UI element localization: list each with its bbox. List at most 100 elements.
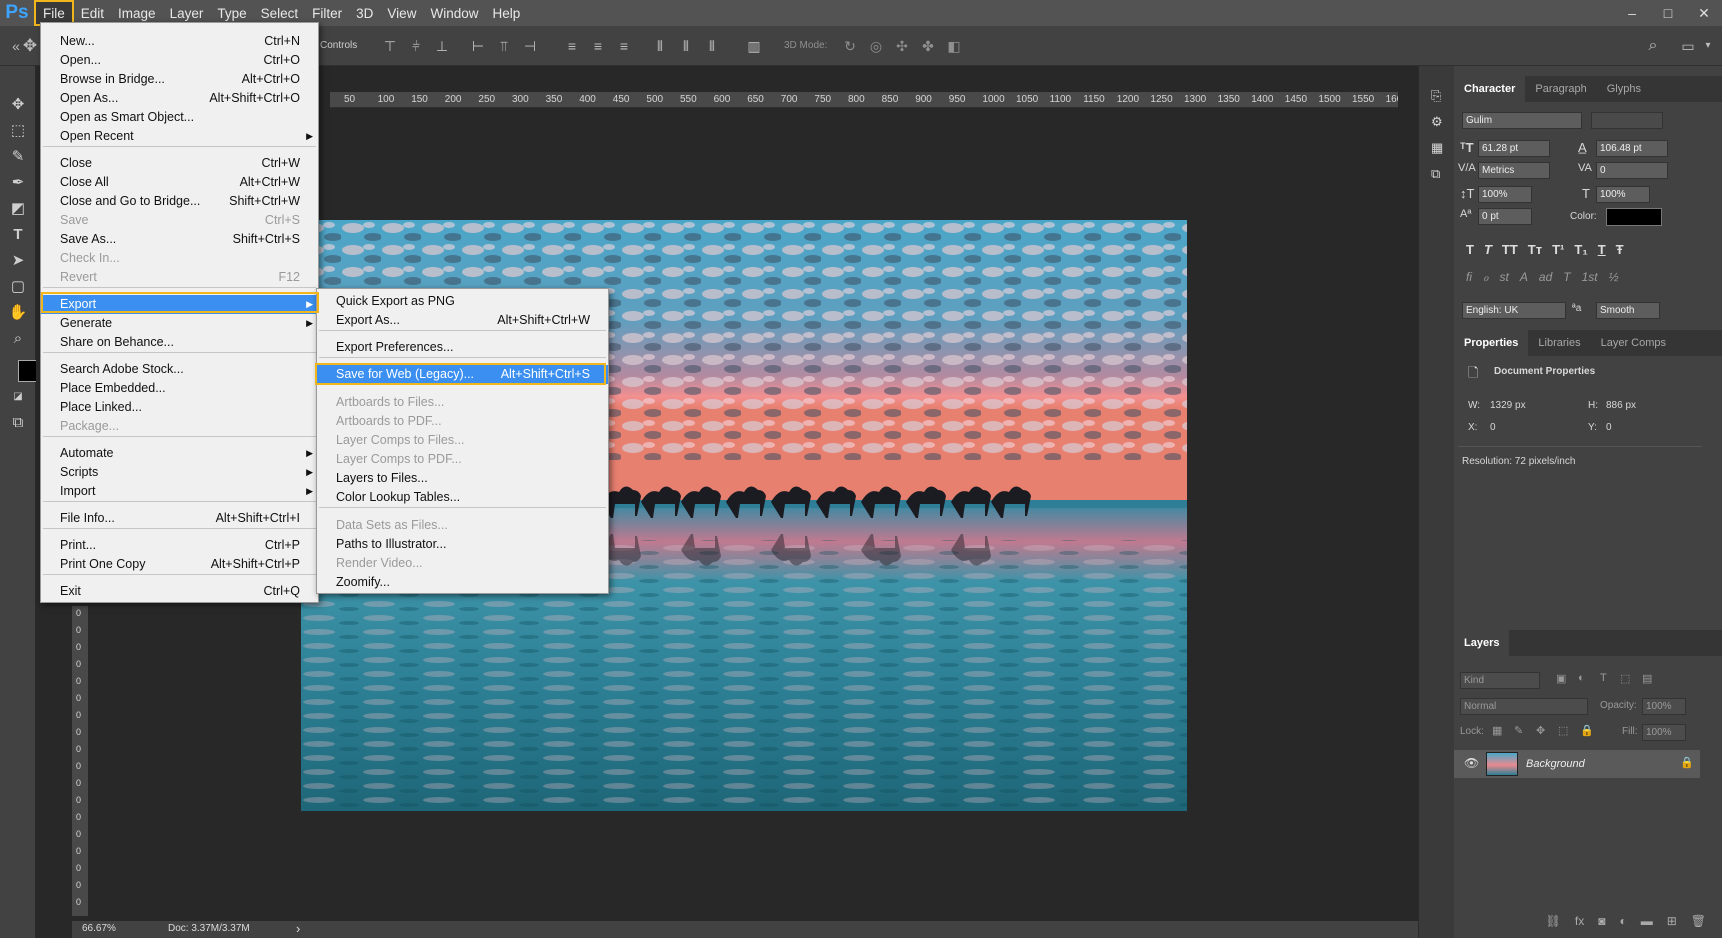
menu-item-print[interactable]: Print... Ctrl+P bbox=[41, 536, 318, 555]
opacity-field[interactable]: 100% bbox=[1642, 698, 1686, 715]
swash-button[interactable]: A bbox=[1520, 270, 1528, 284]
delete-layer-icon[interactable]: 🗑 bbox=[1691, 914, 1706, 936]
lock-artboard-icon[interactable]: ⬚ bbox=[1558, 724, 1568, 737]
filter-adjustment-icon[interactable]: ◐ bbox=[1578, 672, 1585, 684]
3d-roll-icon[interactable]: ◎ bbox=[868, 38, 884, 54]
align-top-icon[interactable]: ⊤ bbox=[382, 38, 398, 54]
move-tool-icon[interactable]: ✥ bbox=[7, 94, 29, 116]
workspace-icon[interactable]: ▭ bbox=[1680, 38, 1696, 54]
menu-item-save[interactable]: Save Ctrl+S bbox=[41, 211, 318, 230]
tracking-field[interactable]: 0 bbox=[1596, 162, 1668, 179]
y-value[interactable]: 0 bbox=[1606, 422, 1612, 433]
menu-item-export-preferences[interactable]: Export Preferences... bbox=[317, 338, 608, 357]
menu-item-browse-in-bridge[interactable]: Browse in Bridge... Alt+Ctrl+O bbox=[41, 70, 318, 89]
status-menu-arrow[interactable]: › bbox=[296, 921, 300, 936]
zoom-tool-icon[interactable]: ⌕ bbox=[7, 328, 29, 350]
menu-item-place-linked[interactable]: Place Linked... bbox=[41, 398, 318, 417]
adjustment-layer-icon[interactable]: ◐ bbox=[1619, 914, 1626, 936]
visibility-eye-icon[interactable]: 👁 bbox=[1464, 756, 1479, 770]
lock-all-icon[interactable]: 🔒 bbox=[1580, 724, 1594, 737]
menu-item-automate[interactable]: Automate ▶ bbox=[41, 444, 318, 463]
align-hcenter-icon[interactable]: ⫪ bbox=[496, 38, 512, 54]
hand-tool-icon[interactable]: ✋ bbox=[7, 302, 29, 324]
discretionary-ligatures-button[interactable]: st bbox=[1500, 270, 1509, 284]
new-layer-icon[interactable]: ⊞ bbox=[1667, 914, 1677, 936]
3d-drag-icon[interactable]: ✣ bbox=[894, 38, 910, 54]
menu-item-generate[interactable]: Generate ▶ bbox=[41, 314, 318, 333]
menu-item-open[interactable]: Open... Ctrl+O bbox=[41, 51, 318, 70]
type-tool-icon[interactable]: T bbox=[7, 224, 29, 246]
menu-item-layer-comps-to-files[interactable]: Layer Comps to Files... bbox=[317, 431, 608, 450]
menu-item-export-as[interactable]: Export As... Alt+Shift+Ctrl+W bbox=[317, 311, 608, 330]
eyedropper-tool-icon[interactable]: ✒ bbox=[7, 172, 29, 194]
close-window-button[interactable]: ✕ bbox=[1686, 0, 1722, 26]
menu-item-search-adobe-stock[interactable]: Search Adobe Stock... bbox=[41, 360, 318, 379]
search-icon[interactable]: ⌕ bbox=[1645, 38, 1661, 54]
menu-item-file-info[interactable]: File Info... Alt+Shift+Ctrl+I bbox=[41, 509, 318, 528]
distribute-left-icon[interactable]: ⦀ bbox=[652, 38, 668, 54]
menu-item-artboards-to-files[interactable]: Artboards to Files... bbox=[317, 393, 608, 412]
align-bottom-icon[interactable]: ⊥ bbox=[434, 38, 450, 54]
3d-scale-icon[interactable]: ◧ bbox=[946, 38, 962, 54]
distribute-hcenter-icon[interactable]: ⦀ bbox=[678, 38, 694, 54]
menu-item-package[interactable]: Package... bbox=[41, 417, 318, 436]
menu-item-close[interactable]: Close Ctrl+W bbox=[41, 154, 318, 173]
menu-item-print-one-copy[interactable]: Print One Copy Alt+Shift+Ctrl+P bbox=[41, 555, 318, 574]
menu-item-share-on-behance[interactable]: Share on Behance... bbox=[41, 333, 318, 352]
menu-item-render-video[interactable]: Render Video... bbox=[317, 554, 608, 573]
menu-help[interactable]: Help bbox=[485, 0, 527, 26]
menu-3d[interactable]: 3D bbox=[349, 0, 380, 26]
titling-button[interactable]: T bbox=[1563, 270, 1570, 284]
menu-item-paths-to-illustrator[interactable]: Paths to Illustrator... bbox=[317, 535, 608, 554]
all-caps-button[interactable]: TT bbox=[1502, 242, 1518, 257]
auto-align-icon[interactable]: ▥ bbox=[746, 38, 762, 54]
quick-selection-tool-icon[interactable]: ✎ bbox=[7, 146, 29, 168]
menu-item-close-and-go-to-bridge[interactable]: Close and Go to Bridge... Shift+Ctrl+W bbox=[41, 192, 318, 211]
eraser-tool-icon[interactable]: ◩ bbox=[7, 198, 29, 220]
text-color-swatch[interactable] bbox=[1606, 208, 1662, 226]
path-selection-tool-icon[interactable]: ➤ bbox=[7, 250, 29, 272]
menu-item-artboards-to-pdf[interactable]: Artboards to PDF... bbox=[317, 412, 608, 431]
layer-name[interactable]: Background bbox=[1526, 758, 1585, 770]
tab-properties[interactable]: Properties bbox=[1454, 330, 1529, 356]
language-select[interactable]: English: UK bbox=[1462, 302, 1566, 319]
menu-item-exit[interactable]: Exit Ctrl+Q bbox=[41, 582, 318, 601]
menu-item-open-recent[interactable]: Open Recent ▶ bbox=[41, 127, 318, 146]
tab-character[interactable]: Character bbox=[1454, 76, 1526, 102]
menu-item-color-lookup-tables[interactable]: Color Lookup Tables... bbox=[317, 488, 608, 507]
menu-item-import[interactable]: Import ▶ bbox=[41, 482, 318, 501]
leading-field[interactable]: 106.48 pt bbox=[1596, 140, 1668, 157]
link-layers-icon[interactable]: ⛓ bbox=[1546, 914, 1561, 936]
zoom-level[interactable]: 66.67% bbox=[82, 923, 116, 934]
x-value[interactable]: 0 bbox=[1490, 422, 1496, 433]
menu-item-open-as-smart-object[interactable]: Open as Smart Object... bbox=[41, 108, 318, 127]
fractions-button[interactable]: ½ bbox=[1609, 270, 1619, 284]
lock-image-icon[interactable]: ✎ bbox=[1514, 724, 1523, 737]
maximize-button[interactable]: □ bbox=[1650, 0, 1686, 26]
3d-panel-icon[interactable]: ⚙ bbox=[1431, 114, 1443, 130]
strikethrough-button[interactable]: Ŧ bbox=[1616, 242, 1624, 257]
filter-smart-object-icon[interactable]: ▤ bbox=[1642, 672, 1652, 685]
minimize-button[interactable]: – bbox=[1614, 0, 1650, 26]
distribute-vcenter-icon[interactable]: ≡ bbox=[590, 38, 606, 54]
alternates-button[interactable]: ℴ bbox=[1483, 270, 1489, 284]
kerning-field[interactable]: Metrics bbox=[1478, 162, 1550, 179]
layer-kind-filter[interactable]: Kind bbox=[1460, 672, 1540, 689]
ligatures-button[interactable]: ﬁ bbox=[1466, 270, 1472, 284]
width-value[interactable]: 1329 px bbox=[1490, 400, 1526, 411]
shape-tool-icon[interactable]: ▢ bbox=[7, 276, 29, 298]
layer-mask-icon[interactable]: ◙ bbox=[1598, 914, 1605, 936]
filter-type-icon[interactable]: T bbox=[1600, 672, 1607, 684]
screen-mode-icon[interactable]: ⧉ bbox=[7, 412, 29, 434]
vertical-scale-field[interactable]: 100% bbox=[1478, 186, 1532, 203]
antialias-select[interactable]: Smooth bbox=[1596, 302, 1660, 319]
faux-bold-button[interactable]: T bbox=[1466, 242, 1474, 257]
filter-shape-icon[interactable]: ⬚ bbox=[1620, 672, 1630, 685]
new-group-icon[interactable]: ▬ bbox=[1641, 914, 1653, 936]
lock-position-icon[interactable]: ✥ bbox=[1536, 724, 1545, 737]
font-style-select[interactable] bbox=[1591, 112, 1663, 129]
underline-button[interactable]: T bbox=[1598, 242, 1606, 257]
subscript-button[interactable]: T₁ bbox=[1574, 242, 1587, 257]
superscript-button[interactable]: T¹ bbox=[1552, 242, 1564, 257]
tab-layers[interactable]: Layers bbox=[1454, 630, 1510, 656]
